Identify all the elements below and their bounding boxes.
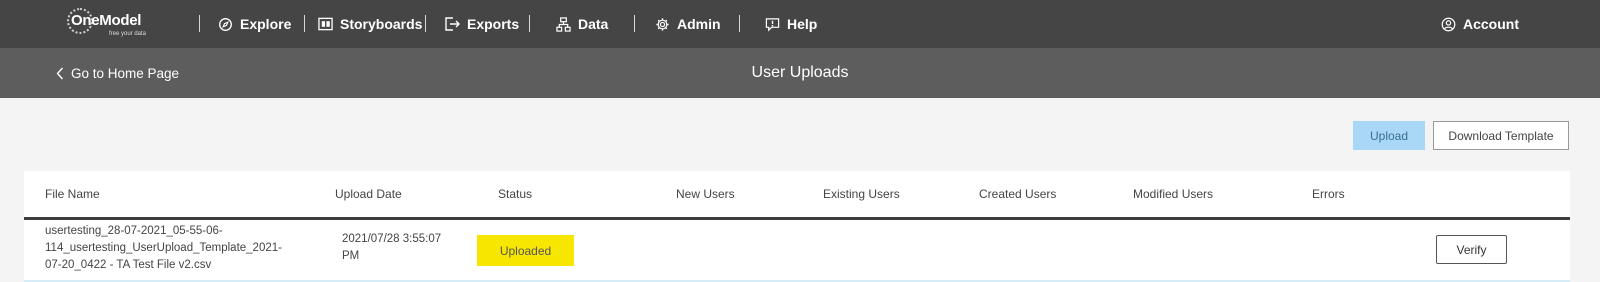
- file-name-line: 07-20_0422 - TA Test File v2.csv: [45, 259, 212, 271]
- logo-tagline: free your data: [109, 31, 147, 37]
- nav-label: Help: [787, 16, 818, 32]
- column-header-errors: Errors: [1312, 187, 1345, 201]
- column-header-status: Status: [498, 187, 533, 201]
- nav-divider: [425, 15, 426, 32]
- file-name-line: usertesting_28-07-2021_05-55-06-: [45, 225, 223, 237]
- nav-label: Data: [578, 16, 609, 32]
- explore-icon: [219, 17, 232, 31]
- column-header-existing-users: Existing Users: [823, 187, 900, 201]
- back-to-home-link[interactable]: Go to Home Page: [56, 48, 179, 98]
- nav-divider: [304, 15, 305, 32]
- table-row: usertesting_28-07-2021_05-55-06- 114_use…: [24, 220, 1570, 282]
- column-header-modified-users: Modified Users: [1133, 187, 1214, 201]
- nav-label: Exports: [467, 16, 520, 32]
- nav-label: Storyboards: [340, 16, 423, 32]
- exports-icon: [445, 17, 460, 31]
- onemodel-logo[interactable]: OneModel free your data: [67, 8, 153, 40]
- nav-item-storyboards[interactable]: Storyboards: [318, 0, 422, 48]
- nav-divider: [634, 15, 635, 32]
- nav-item-exports[interactable]: Exports: [444, 0, 519, 48]
- column-header-file-name: File Name: [45, 187, 100, 201]
- nav-item-data[interactable]: Data: [556, 0, 608, 48]
- account-menu[interactable]: Account: [1441, 0, 1519, 48]
- nav-label: Admin: [677, 16, 721, 32]
- nav-item-admin[interactable]: Admin: [655, 0, 721, 48]
- file-name-line: 114_usertesting_UserUpload_Template_2021…: [45, 242, 282, 254]
- gear-icon: [656, 17, 669, 31]
- nav-divider: [529, 15, 530, 32]
- top-nav: OneModel free your data Explore Storyboa…: [0, 0, 1600, 48]
- status-badge: Uploaded: [477, 235, 574, 266]
- upload-date-line: PM: [342, 250, 360, 262]
- nav-divider: [199, 15, 200, 32]
- nav-divider: [739, 15, 740, 32]
- upload-date-cell: 2021/07/28 3:55:07 PM: [342, 231, 441, 265]
- page-header: User Uploads Go to Home Page: [0, 48, 1600, 98]
- nav-label: Explore: [240, 16, 292, 32]
- column-header-upload-date: Upload Date: [335, 187, 402, 201]
- data-icon: [556, 16, 571, 32]
- back-label: Go to Home Page: [71, 65, 180, 81]
- storyboards-icon: [318, 17, 333, 31]
- download-template-button[interactable]: Download Template: [1433, 121, 1569, 150]
- nav-item-explore[interactable]: Explore: [218, 0, 291, 48]
- column-header-created-users: Created Users: [979, 187, 1057, 201]
- help-icon: [765, 17, 780, 32]
- user-icon: [1441, 17, 1456, 31]
- chevron-left-icon: [56, 67, 64, 79]
- page-title: User Uploads: [751, 64, 849, 81]
- column-header-new-users: New Users: [676, 187, 735, 201]
- account-label: Account: [1463, 16, 1519, 32]
- verify-button[interactable]: Verify: [1436, 235, 1507, 264]
- upload-button[interactable]: Upload: [1353, 121, 1425, 150]
- uploads-table: File Name Upload Date Status New Users E…: [24, 171, 1570, 282]
- logo-text: OneModel: [71, 12, 142, 29]
- upload-date-line: 2021/07/28 3:55:07: [342, 233, 442, 245]
- file-name-cell: usertesting_28-07-2021_05-55-06- 114_use…: [45, 223, 282, 274]
- table-header: File Name Upload Date Status New Users E…: [24, 171, 1570, 220]
- nav-item-help[interactable]: Help: [765, 0, 817, 48]
